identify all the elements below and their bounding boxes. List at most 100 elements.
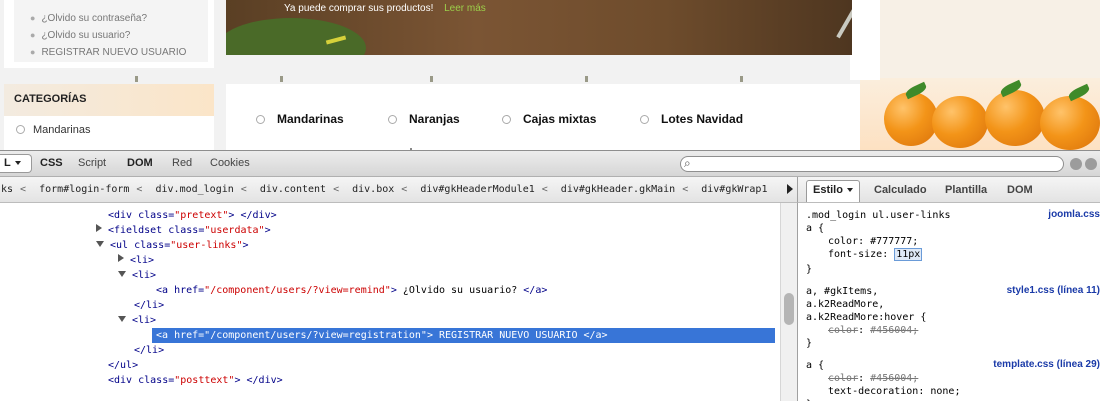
read-more-link[interactable]: Leer más (444, 3, 486, 14)
html-node[interactable]: <li> (118, 268, 156, 283)
side-panel-tabs: Estilo Calculado Plantilla DOM (797, 177, 1100, 203)
html-token: "pretext" (174, 210, 229, 221)
tab-dom[interactable]: DOM (127, 157, 153, 169)
css-colon: : (858, 236, 871, 247)
breadcrumb-separator: < (20, 184, 27, 195)
html-token: <ul (110, 240, 135, 251)
html-token: "posttext" (174, 375, 235, 386)
breadcrumb-item[interactable]: div#gkWrap1 (701, 184, 767, 195)
forgot-username-link[interactable]: ¿Olvido su usuario? (41, 30, 130, 41)
html-node[interactable]: <div class="pretext"> </div> (108, 208, 277, 223)
hero-caption: Ya puede comprar sus productos! Leer más (284, 3, 486, 14)
html-token: <div (108, 375, 139, 386)
html-node[interactable]: </li> (134, 343, 164, 358)
menu-item-label: Naranjas (409, 112, 460, 126)
dot (585, 76, 588, 82)
user-link-item: ● REGISTRAR NUEVO USUARIO (30, 44, 186, 61)
twisty-collapsed-icon[interactable] (118, 254, 124, 262)
css-property[interactable]: font-size: 11px (828, 248, 923, 261)
html-token: href= (174, 285, 205, 296)
menu-item-label: Lotes Navidad (661, 112, 744, 126)
tab-layout[interactable]: Plantilla (945, 184, 987, 196)
css-source-link[interactable]: style1.css (línea 11) (1007, 285, 1100, 296)
category-item[interactable]: Mandarinas (16, 124, 90, 136)
twisty-expanded-icon[interactable] (96, 241, 104, 247)
html-node[interactable]: <a href="/component/users/?view=remind">… (156, 283, 547, 298)
dot (430, 76, 433, 82)
breadcrumb-item[interactable]: div.content (260, 184, 326, 195)
html-node[interactable]: <div class="posttext"> </div> (108, 373, 283, 388)
close-icon[interactable] (1085, 158, 1097, 170)
css-property-value: #456004; (870, 373, 919, 384)
twisty-collapsed-icon[interactable] (96, 224, 102, 232)
html-node[interactable]: </ul> (108, 358, 138, 373)
tab-script[interactable]: Script (78, 157, 106, 169)
bullet-icon: ● (30, 30, 36, 40)
css-selector: .mod_login ul.user-links (806, 210, 951, 221)
register-link[interactable]: REGISTRAR NUEVO USUARIO (41, 47, 186, 58)
html-token: class= (134, 240, 171, 251)
menu-item-mandarinas[interactable]: Mandarinas (256, 112, 344, 126)
breadcrumb-item[interactable]: form#login-form (39, 184, 129, 195)
tab-style[interactable]: Estilo (806, 180, 860, 202)
circle-bullet-icon (502, 115, 511, 124)
css-rule-close: } (806, 264, 813, 275)
html-node[interactable]: <ul class="user-links"> (96, 238, 249, 253)
css-property[interactable]: color: #456004; (828, 324, 918, 337)
html-panel-button[interactable]: L (0, 154, 32, 173)
categories-title: CATEGORÍAS (4, 84, 214, 116)
html-token: REGISTRAR NUEVO USUARIO (432, 330, 584, 341)
tab-css[interactable]: CSS (40, 157, 63, 169)
html-node[interactable]: </li> (134, 298, 164, 313)
css-property[interactable]: color: #456004; (828, 372, 918, 385)
hero-text: Ya puede comprar sus productos! (284, 3, 434, 14)
breadcrumb-item[interactable]: div.box (352, 184, 394, 195)
website-area: ● ¿Olvido su contraseña? ● ¿Olvido su usua… (0, 0, 1100, 150)
search-input[interactable] (680, 156, 1064, 172)
breadcrumb-scroll-right-icon[interactable] (787, 184, 793, 194)
breadcrumb-item[interactable]: div#gkHeader.gkMain (561, 184, 675, 195)
css-selector: a, #gkItems, (806, 286, 879, 297)
menu-item-naranjas[interactable]: Naranjas (388, 112, 460, 126)
css-property-value: none; (930, 386, 961, 397)
tab-side-dom[interactable]: DOM (1007, 184, 1033, 196)
menu-item-label: Cajas mixtas (523, 112, 597, 126)
breadcrumb-separator: < (401, 184, 408, 195)
breadcrumb-item[interactable]: div#gkHeaderModule1 (420, 184, 534, 195)
breadcrumb-item[interactable]: div.mod_login (155, 184, 233, 195)
css-property[interactable]: text-decoration: none; (828, 385, 960, 398)
html-token: > (242, 240, 249, 251)
html-token: "/component/users/?view=remind" (204, 285, 391, 296)
scrollbar[interactable] (780, 203, 797, 401)
html-token: <fieldset (108, 225, 169, 236)
scrollbar-thumb[interactable] (784, 293, 794, 325)
html-tree-pane: <div class="pretext"> </div> <fieldset cl… (0, 203, 780, 401)
dropdown-caret-icon (14, 161, 21, 165)
menu-item-lotes-navidad[interactable]: Lotes Navidad (640, 112, 743, 126)
css-property[interactable]: color: #777777; (828, 235, 918, 248)
minimize-icon[interactable] (1070, 158, 1082, 170)
twisty-expanded-icon[interactable] (118, 271, 126, 277)
forgot-password-link[interactable]: ¿Olvido su contraseña? (41, 13, 147, 24)
orange-image (884, 92, 938, 146)
tab-net[interactable]: Red (172, 157, 192, 169)
html-token: class= (138, 375, 175, 386)
tab-cookies[interactable]: Cookies (210, 157, 250, 169)
css-source-link[interactable]: joomla.css (1048, 209, 1100, 220)
html-node[interactable]: <li> (118, 253, 154, 268)
breadcrumb-item[interactable]: ks (1, 184, 13, 195)
hero-banner: Ya puede comprar sus productos! Leer más (226, 0, 852, 55)
html-node[interactable]: <fieldset class="userdata"> (96, 223, 271, 238)
firebug-toolbar: L CSS Script DOM Red Cookies ⌕ (0, 151, 1100, 177)
orange-image (932, 96, 988, 148)
css-property-value: #777777; (870, 236, 919, 247)
html-node-selected[interactable]: <a href="/component/users/?view=registra… (152, 328, 775, 343)
twisty-expanded-icon[interactable] (118, 316, 126, 322)
html-node[interactable]: <li> (118, 313, 156, 328)
css-value-editor[interactable]: 11px (894, 248, 923, 261)
breadcrumb-separator: < (240, 184, 247, 195)
menu-item-cajas-mixtas[interactable]: Cajas mixtas (502, 112, 596, 126)
css-source-link[interactable]: template.css (línea 29) (993, 359, 1100, 370)
tab-computed[interactable]: Calculado (874, 184, 927, 196)
html-token: </ul> (108, 360, 139, 371)
